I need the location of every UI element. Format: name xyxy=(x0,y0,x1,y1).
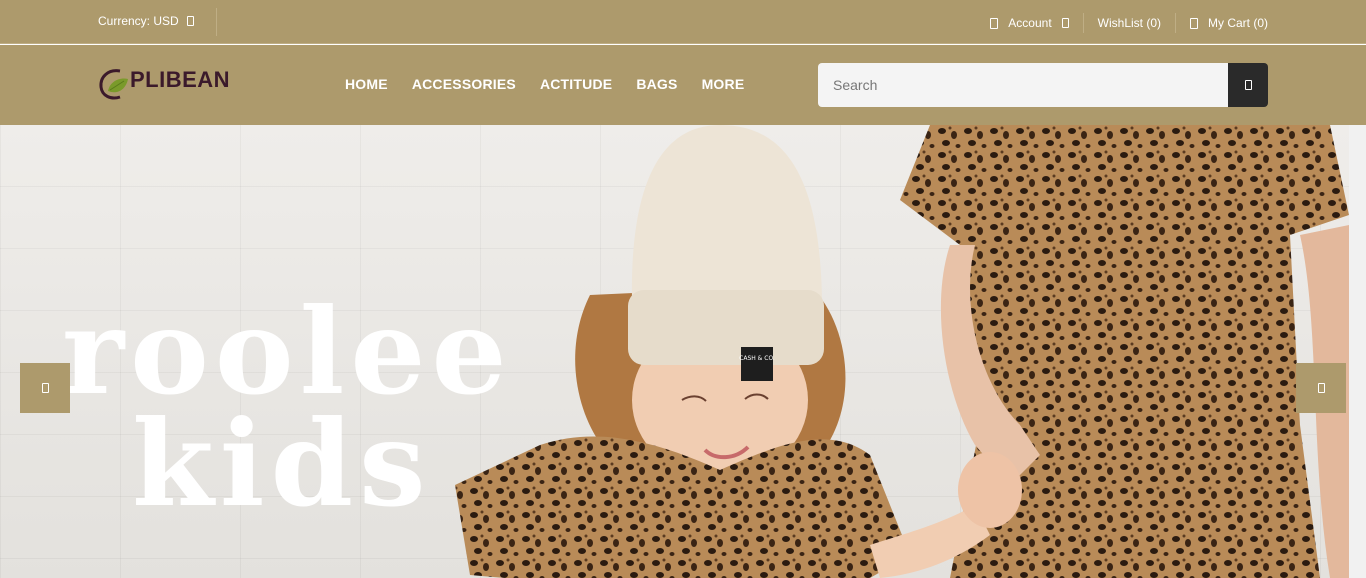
search-button[interactable] xyxy=(1228,63,1268,107)
arrow-left-icon xyxy=(41,383,49,393)
main-header: PLIBEAN HOME ACCESSORIES ACTITUDE BAGS M… xyxy=(0,45,1366,125)
nav-item-more[interactable]: MORE xyxy=(702,76,745,92)
cart-link[interactable]: My Cart (0) xyxy=(1175,13,1268,33)
nav-item-home[interactable]: HOME xyxy=(345,76,388,92)
logo[interactable]: PLIBEAN xyxy=(98,65,230,101)
nav-item-accessories[interactable]: ACCESSORIES xyxy=(412,76,516,92)
wishlist-link[interactable]: WishList (0) xyxy=(1082,13,1175,33)
currency-selector[interactable]: Currency: USD xyxy=(98,14,194,28)
top-bar: Currency: USD Account WishList (0) My Ca… xyxy=(0,0,1366,44)
beanie-tag-text: CASH & CO. xyxy=(739,355,775,362)
search-bar xyxy=(818,63,1268,107)
page-scrollbar[interactable] xyxy=(1349,125,1366,578)
search-input[interactable] xyxy=(818,63,1228,107)
user-icon xyxy=(990,17,999,29)
currency-label: Currency: USD xyxy=(98,14,179,28)
slider-next-button[interactable] xyxy=(1296,363,1346,413)
divider xyxy=(216,8,217,36)
search-icon xyxy=(1244,80,1252,90)
leaf-logo-icon xyxy=(99,69,128,100)
arrow-right-icon xyxy=(1317,383,1325,393)
chevron-down-icon xyxy=(186,16,194,26)
nav-item-bags[interactable]: BAGS xyxy=(636,76,677,92)
logo-text: PLIBEAN xyxy=(130,67,231,92)
account-label: Account xyxy=(1008,16,1052,30)
hero-headline-line2: kids xyxy=(132,394,432,533)
hero-slider: CASH & CO. roolee kids xyxy=(0,125,1349,578)
cart-icon xyxy=(1190,17,1198,29)
chevron-down-icon xyxy=(1061,18,1069,28)
main-nav: HOME ACCESSORIES ACTITUDE BAGS MORE xyxy=(345,76,744,92)
slider-prev-button[interactable] xyxy=(20,363,70,413)
nav-item-actitude[interactable]: ACTITUDE xyxy=(540,76,612,92)
cart-label: My Cart (0) xyxy=(1208,16,1268,30)
hero-headline: roolee kids xyxy=(62,293,513,523)
wishlist-label: WishList (0) xyxy=(1097,16,1161,30)
account-menu[interactable]: Account xyxy=(976,13,1082,33)
top-bar-links: Account WishList (0) My Cart (0) xyxy=(976,13,1268,33)
